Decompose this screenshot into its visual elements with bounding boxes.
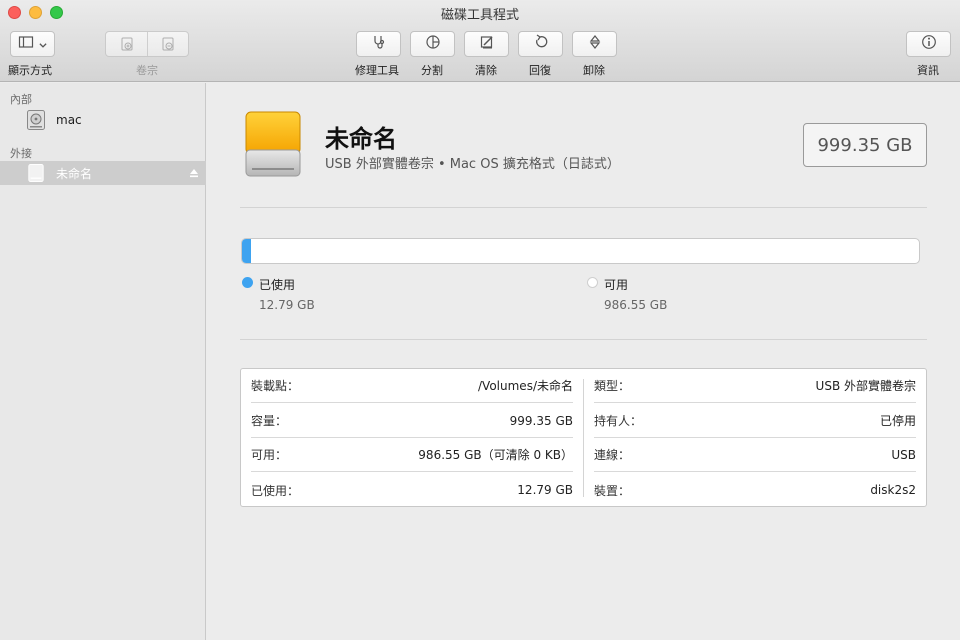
used-legend-dot — [242, 277, 253, 288]
info-value: 986.55 GB（可清除 0 KB） — [418, 448, 573, 462]
info-value: disk2s2 — [870, 483, 916, 497]
sidebar: 內部 mac 外接 未命名 — [0, 83, 206, 640]
eject-icon[interactable] — [189, 167, 199, 181]
first-aid-button[interactable] — [356, 31, 401, 57]
divider — [240, 339, 927, 340]
erase-label: 清除 — [475, 64, 497, 77]
info-row-connection: 連線： USB — [594, 438, 916, 472]
volume-name: 未命名 — [325, 125, 397, 153]
stethoscope-icon — [371, 34, 387, 54]
info-value: USB 外部實體卷宗 — [815, 379, 916, 393]
restore-icon — [533, 34, 549, 54]
erase-icon — [479, 34, 495, 54]
info-key: 裝載點： — [251, 379, 300, 393]
info-row-available: 可用： 986.55 GB（可清除 0 KB） — [251, 438, 573, 472]
sidebar-section-external: 外接 — [10, 147, 32, 160]
info-table: 裝載點： /Volumes/未命名 容量： 999.35 GB 可用： 986.… — [240, 368, 927, 507]
info-row-device: 裝置： disk2s2 — [594, 473, 916, 507]
view-label: 顯示方式 — [8, 64, 52, 77]
info-row-type: 類型： USB 外部實體卷宗 — [594, 369, 916, 403]
title-bar: 磁碟工具程式 顯示方式 卷宗 修理工具 分割 清除 回復 卸除 資訊 — [0, 0, 960, 82]
volume-label: 卷宗 — [136, 64, 158, 77]
info-key: 類型： — [594, 379, 631, 393]
info-label: 資訊 — [917, 64, 939, 77]
erase-button[interactable] — [464, 31, 509, 57]
sidebar-item-untitled[interactable]: 未命名 — [0, 161, 206, 185]
volume-description: USB 外部實體卷宗 • Mac OS 擴充格式（日誌式） — [325, 157, 620, 172]
restore-label: 回復 — [529, 64, 551, 77]
info-key: 持有人： — [594, 414, 643, 428]
sidebar-item-mac[interactable]: mac — [0, 108, 206, 132]
divider — [240, 207, 927, 208]
external-disk-icon — [26, 162, 46, 184]
volume-segment[interactable] — [105, 31, 189, 57]
add-volume-icon[interactable] — [106, 36, 147, 52]
info-key: 已使用： — [251, 483, 300, 498]
window-title: 磁碟工具程式 — [440, 8, 519, 23]
sidebar-item-label: mac — [56, 113, 82, 127]
used-value: 12.79 GB — [259, 298, 315, 312]
info-key: 容量： — [251, 414, 288, 428]
external-drive-icon — [244, 110, 302, 178]
info-key: 可用： — [251, 448, 288, 462]
main-panel: 未命名 USB 外部實體卷宗 • Mac OS 擴充格式（日誌式） 999.35… — [207, 83, 960, 640]
info-row-owners: 持有人： 已停用 — [594, 404, 916, 438]
used-legend-label: 已使用 — [259, 278, 296, 292]
info-key: 連線： — [594, 448, 631, 462]
info-value: /Volumes/未命名 — [478, 379, 573, 393]
first-aid-label: 修理工具 — [355, 64, 399, 77]
sidebar-item-label: 未命名 — [56, 166, 93, 181]
usage-bar — [241, 238, 920, 264]
capacity-badge: 999.35 GB — [803, 123, 927, 167]
unmount-button[interactable] — [572, 31, 617, 57]
free-legend-label: 可用 — [604, 278, 629, 292]
info-value: 999.35 GB — [509, 413, 573, 428]
sidebar-section-internal: 內部 — [10, 93, 32, 106]
free-legend-dot — [587, 277, 598, 288]
pie-chart-icon — [425, 34, 441, 54]
unmount-label: 卸除 — [583, 64, 605, 77]
chevron-down-icon — [38, 35, 48, 54]
unmount-icon — [587, 34, 603, 54]
info-value: 12.79 GB — [517, 483, 573, 497]
info-column-left: 裝載點： /Volumes/未命名 容量： 999.35 GB 可用： 986.… — [241, 369, 583, 506]
remove-volume-icon[interactable] — [147, 36, 188, 52]
info-column-right: 類型： USB 外部實體卷宗 持有人： 已停用 連線： USB 裝置： disk… — [584, 369, 926, 506]
info-row-used: 已使用： 12.79 GB — [251, 473, 573, 507]
info-button[interactable] — [906, 31, 951, 57]
info-value: 已停用 — [879, 414, 916, 428]
view-button[interactable] — [10, 31, 55, 57]
partition-label: 分割 — [421, 64, 443, 77]
restore-button[interactable] — [518, 31, 563, 57]
sidebar-icon — [18, 34, 34, 54]
info-value: USB — [891, 447, 916, 462]
free-value: 986.55 GB — [604, 298, 668, 312]
info-key: 裝置： — [594, 483, 631, 498]
info-row-capacity: 容量： 999.35 GB — [251, 404, 573, 438]
info-row-mount-point: 裝載點： /Volumes/未命名 — [251, 369, 573, 403]
partition-button[interactable] — [410, 31, 455, 57]
info-icon — [921, 34, 937, 54]
internal-disk-icon — [26, 109, 46, 131]
usage-bar-used-fill — [242, 239, 251, 263]
